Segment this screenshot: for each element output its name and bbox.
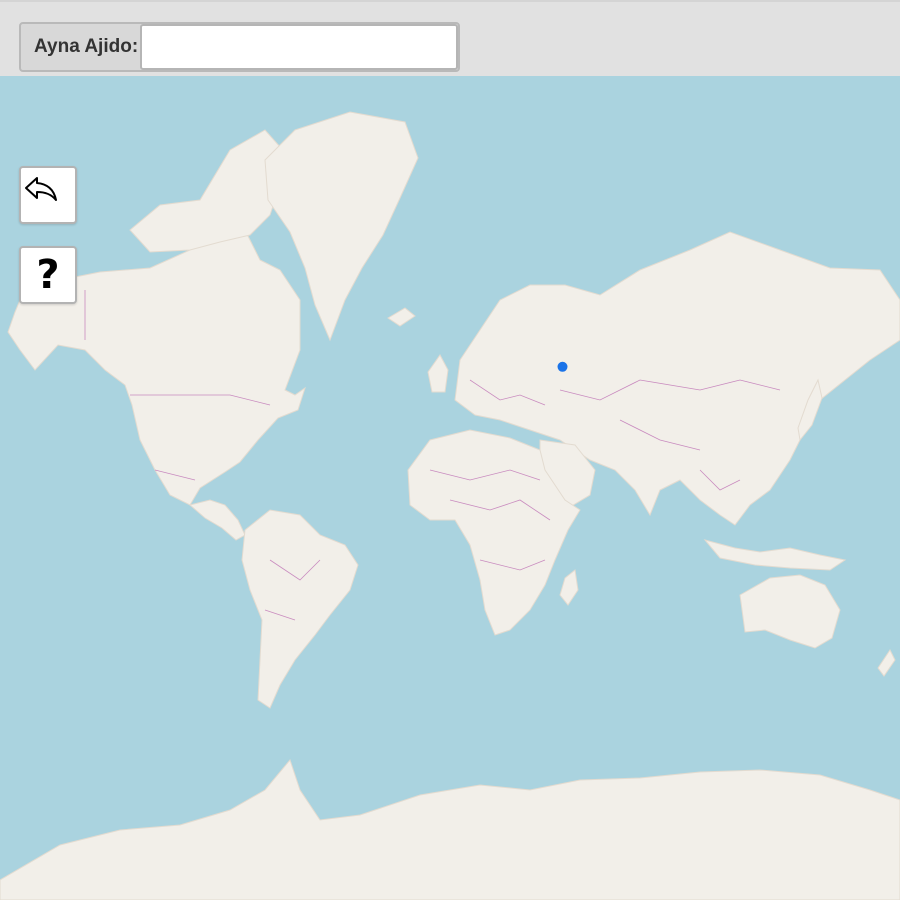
world-map[interactable]: ? — [0, 76, 900, 900]
back-button[interactable] — [19, 166, 77, 224]
search-label: Ayna Ajido: — [34, 36, 139, 57]
location-marker[interactable] — [557, 361, 568, 372]
top-toolbar: Ayna Ajido: — [0, 0, 900, 76]
search-input[interactable] — [140, 24, 458, 70]
reply-arrow-icon — [25, 177, 57, 201]
map-canvas — [0, 76, 900, 900]
help-button[interactable]: ? — [19, 246, 77, 304]
question-mark-icon: ? — [36, 252, 60, 298]
search-bar: Ayna Ajido: — [19, 22, 460, 72]
